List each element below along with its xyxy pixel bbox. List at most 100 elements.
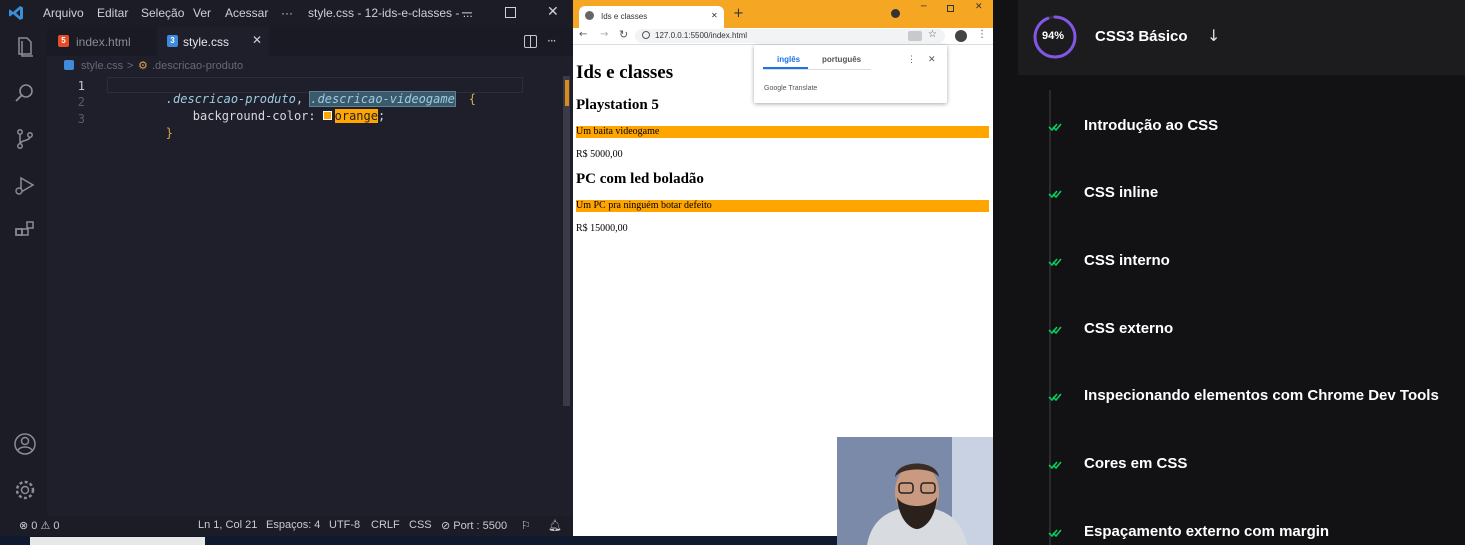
css-brace: } (165, 126, 174, 140)
site-info-icon[interactable] (642, 31, 650, 39)
tab-index-html[interactable]: 5 index.html (55, 27, 155, 56)
lesson-completed-check-icon (1048, 393, 1062, 402)
menu-ver[interactable]: Ver (193, 6, 211, 20)
extensions-icon[interactable] (13, 219, 37, 243)
editor-tab-bar: 5 index.html 3 style.css ✕ ··· (47, 27, 573, 56)
settings-gear-icon[interactable] (13, 478, 37, 502)
product-price: R$ 15000,00 (576, 223, 628, 234)
arrow-down-icon[interactable]: ↓ (1207, 26, 1220, 45)
chrome-menu-icon[interactable]: ⋮ (977, 29, 987, 40)
chrome-tab-strip: Ids e classes ✕ + ─ ✕ (573, 0, 993, 28)
notifications-bell-icon[interactable]: 🔔︎ (548, 519, 562, 532)
menu-editar[interactable]: Editar (97, 6, 128, 20)
indentation-setting[interactable]: Espaços: 4 (266, 519, 320, 531)
encoding-setting[interactable]: UTF-8 (329, 519, 360, 531)
google-translate-brand: Google Translate (764, 85, 818, 92)
close-popup-icon[interactable]: ✕ (928, 54, 936, 65)
account-icon[interactable] (13, 432, 37, 456)
profile-dot-icon[interactable] (891, 9, 900, 18)
webcam-overlay (837, 437, 993, 545)
menu-acessar[interactable]: Acessar (225, 6, 268, 20)
profile-avatar[interactable] (955, 30, 967, 42)
eol-setting[interactable]: CRLF (371, 519, 400, 531)
browser-tab-title: Ids e classes (601, 12, 648, 21)
product-name: Playstation 5 (576, 97, 659, 113)
product-description: Um PC pra ninguém botar defeito (576, 200, 989, 212)
close-window-icon[interactable]: ✕ (547, 3, 559, 20)
lesson-timeline (1049, 90, 1051, 545)
address-bar[interactable]: 127.0.0.1:5500/index.html ☆ (635, 29, 945, 43)
tab-style-css[interactable]: 3 style.css ✕ (157, 27, 269, 56)
editor-scrollbar-thumb[interactable] (563, 76, 570, 406)
breadcrumb-separator: > (127, 60, 134, 72)
lesson-item[interactable]: Espaçamento externo com margin (1084, 523, 1329, 540)
bookmark-star-icon[interactable]: ☆ (928, 29, 937, 40)
css-file-icon: 3 (167, 35, 178, 47)
tab-label: index.html (76, 35, 131, 49)
run-debug-icon[interactable] (13, 173, 37, 197)
close-window-icon[interactable]: ✕ (975, 2, 983, 12)
vscode-logo-icon (9, 6, 23, 20)
css-brace: { (468, 92, 477, 106)
problems-indicator[interactable]: ⊗ 0 ⚠ 0 (19, 519, 59, 532)
close-tab-icon[interactable]: ✕ (711, 11, 718, 20)
live-server-port[interactable]: ⊘ Port : 5500 (441, 519, 507, 532)
course-header[interactable]: 94% CSS3 Básico ↓ (1018, 0, 1465, 75)
line-number: 1 (77, 79, 85, 93)
globe-icon (585, 11, 594, 20)
vscode-window: Arquivo Editar Seleção Ver Acessar ··· s… (0, 0, 573, 545)
minimize-icon[interactable]: ─ (462, 4, 472, 20)
color-swatch[interactable] (322, 111, 332, 120)
forward-arrow-icon[interactable]: → (600, 29, 608, 40)
maximize-icon[interactable] (947, 5, 954, 12)
lesson-completed-check-icon (1048, 326, 1062, 335)
lesson-item[interactable]: Introdução ao CSS (1084, 117, 1218, 134)
lesson-completed-check-icon (1048, 529, 1062, 538)
minimize-icon[interactable]: ─ (921, 2, 926, 12)
more-actions-icon[interactable]: ··· (547, 34, 557, 48)
symbol-icon: ⚙ (138, 60, 148, 72)
close-tab-icon[interactable]: ✕ (252, 33, 262, 47)
status-bar: ⊗ 0 ⚠ 0 Ln 1, Col 21 Espaços: 4 UTF-8 CR… (0, 516, 573, 536)
breadcrumb-file[interactable]: style.css (81, 60, 123, 72)
menu-more[interactable]: ··· (281, 6, 293, 20)
lesson-item[interactable]: Inspecionando elementos com Chrome Dev T… (1084, 387, 1439, 404)
css-value: orange (334, 109, 378, 123)
translate-menu-icon[interactable]: ⋮ (907, 54, 916, 65)
search-icon[interactable] (13, 81, 37, 105)
taskbar-search-input[interactable] (30, 537, 205, 545)
translate-icon[interactable] (908, 31, 922, 41)
browser-tab[interactable]: Ids e classes ✕ (579, 6, 724, 28)
maximize-icon[interactable] (505, 7, 516, 18)
translate-tab-source[interactable]: inglês (777, 55, 800, 64)
split-editor-icon[interactable] (524, 35, 537, 48)
css-property: background-color: (192, 109, 316, 123)
lesson-completed-check-icon (1048, 190, 1062, 199)
new-tab-button[interactable]: + (733, 6, 744, 21)
menu-arquivo[interactable]: Arquivo (43, 6, 84, 20)
breadcrumb-symbol[interactable]: .descricao-produto (152, 60, 243, 72)
product-name: PC com led boladão (576, 171, 704, 187)
lesson-item[interactable]: CSS externo (1084, 320, 1173, 337)
product-price: R$ 5000,00 (576, 149, 623, 160)
feedback-icon[interactable]: ⚐ (521, 519, 531, 532)
cursor-position[interactable]: Ln 1, Col 21 (198, 519, 257, 531)
breadcrumb: style.css > ⚙ .descricao-produto (47, 56, 573, 76)
source-control-icon[interactable] (13, 127, 37, 151)
lesson-item[interactable]: CSS inline (1084, 184, 1158, 201)
window-title: style.css - 12-ids-e-classes - ... (308, 6, 473, 20)
back-arrow-icon[interactable]: ← (579, 29, 587, 40)
lesson-item[interactable]: CSS interno (1084, 252, 1170, 269)
translate-tab-target[interactable]: português (822, 55, 861, 64)
activity-bar (0, 27, 47, 516)
menu-selecao[interactable]: Seleção (141, 6, 184, 20)
line-number: 3 (77, 112, 85, 126)
explorer-icon[interactable] (13, 35, 37, 59)
tab-label: style.css (183, 35, 230, 49)
reload-icon[interactable]: ↻ (619, 28, 628, 41)
css-file-icon (64, 60, 74, 70)
code-editor[interactable]: 1 2 3 .descricao-produto, .descricao-vid… (47, 76, 573, 516)
css-semicolon: ; (377, 109, 386, 123)
lesson-item[interactable]: Cores em CSS (1084, 455, 1187, 472)
language-mode[interactable]: CSS (409, 519, 432, 531)
